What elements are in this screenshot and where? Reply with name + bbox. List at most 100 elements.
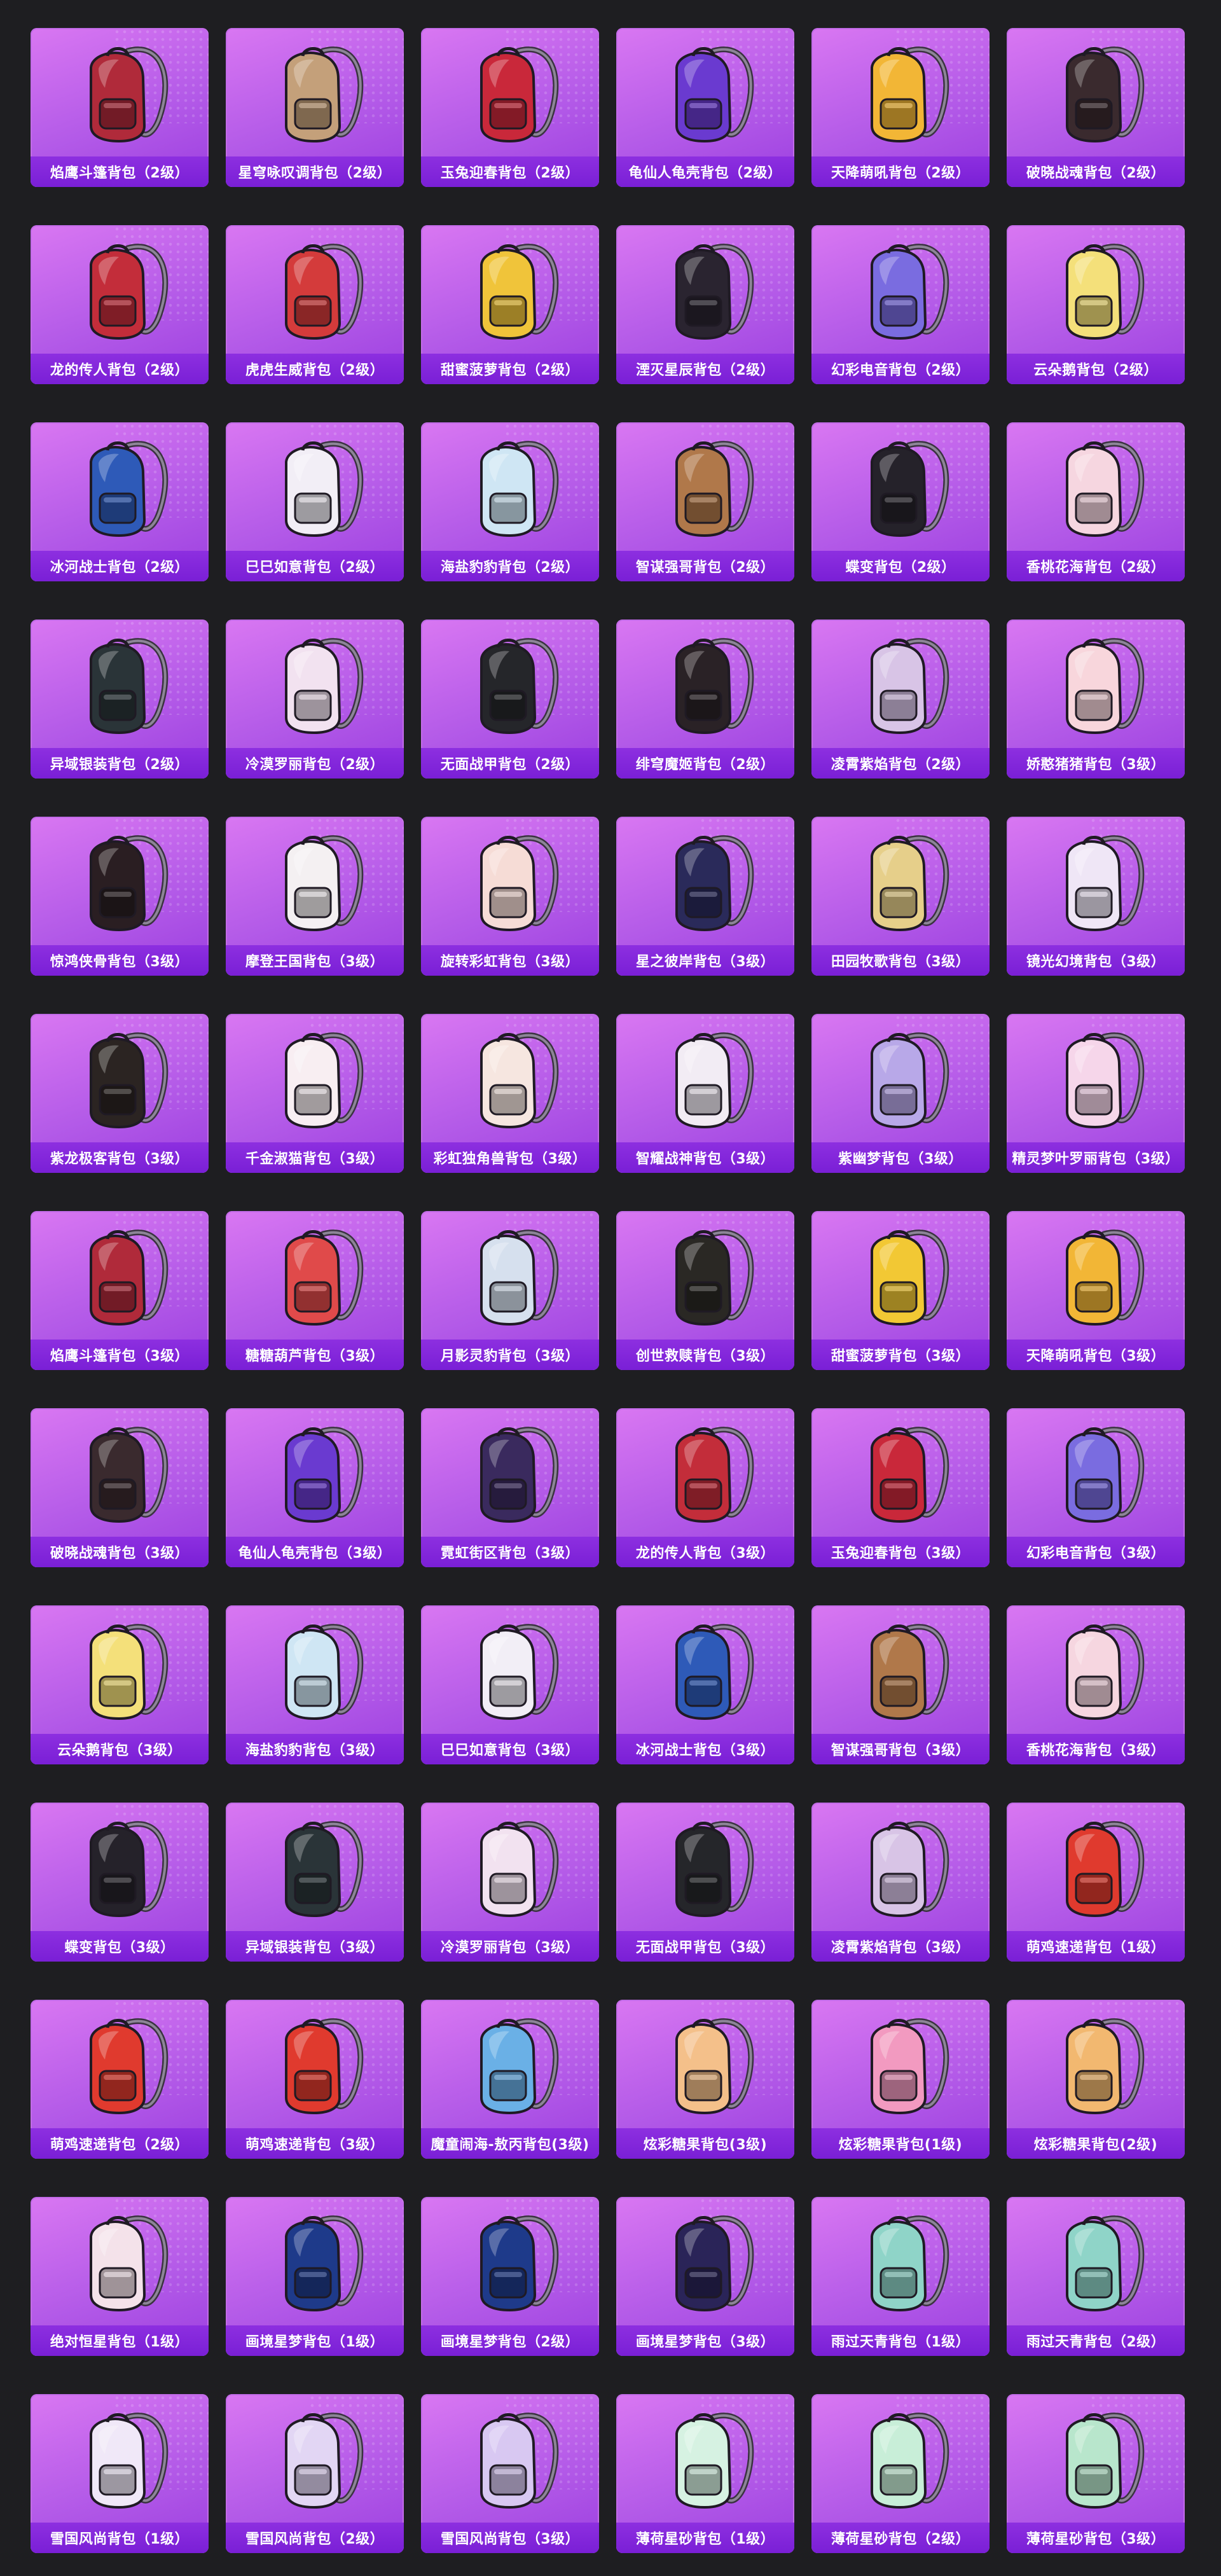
backpack-card[interactable]: 娇憨猪猪背包（3级） xyxy=(1007,620,1185,779)
backpack-name: 千金淑猫背包（3级） xyxy=(245,1151,385,1167)
backpack-card[interactable]: 焰鹰斗篷背包（2级） xyxy=(31,28,209,187)
backpack-card[interactable]: 甜蜜菠萝背包（3级） xyxy=(811,1211,990,1370)
backpack-label-bar: 香桃花海背包（2级） xyxy=(1007,551,1185,581)
backpack-card[interactable]: 蝶变背包（3级） xyxy=(31,1803,209,1962)
backpack-name: 智谋强哥背包（2级） xyxy=(635,560,775,576)
backpack-name: 甜蜜菠萝背包（2级） xyxy=(440,363,580,378)
backpack-icon xyxy=(811,1211,990,1340)
backpack-card[interactable]: 雨过天青背包（2级） xyxy=(1007,2197,1185,2356)
backpack-name: 糖糖葫芦背包（3级） xyxy=(245,1348,385,1364)
backpack-card[interactable]: 薄荷星砂背包（1级） xyxy=(616,2394,794,2553)
backpack-card[interactable]: 破晓战魂背包（3级） xyxy=(31,1408,209,1567)
backpack-card[interactable]: 糖糖葫芦背包（3级） xyxy=(226,1211,404,1370)
backpack-card[interactable]: 龟仙人龟壳背包（3级） xyxy=(226,1408,404,1567)
backpack-name: 凌霄紫焰背包（2级） xyxy=(831,757,970,773)
backpack-card[interactable]: 旋转彩虹背包（3级） xyxy=(421,817,599,976)
backpack-label-bar: 天降萌吼背包（3级） xyxy=(1007,1340,1185,1370)
backpack-card[interactable]: 巳巳如意背包（2级） xyxy=(226,422,404,581)
backpack-card[interactable]: 萌鸡速递背包（3级） xyxy=(226,2000,404,2159)
backpack-card[interactable]: 香桃花海背包（2级） xyxy=(1007,422,1185,581)
backpack-card[interactable]: 异域银装背包（2级） xyxy=(31,620,209,779)
backpack-card[interactable]: 蝶变背包（2级） xyxy=(811,422,990,581)
backpack-card[interactable]: 薄荷星砂背包（2级） xyxy=(811,2394,990,2553)
backpack-icon xyxy=(811,620,990,748)
backpack-card[interactable]: 湮灭星辰背包（2级） xyxy=(616,225,794,384)
backpack-card[interactable]: 绯穹魔姬背包（2级） xyxy=(616,620,794,779)
backpack-card[interactable]: 破晓战魂背包（2级） xyxy=(1007,28,1185,187)
backpack-name: 幻彩电音背包（3级） xyxy=(1026,1546,1166,1562)
backpack-card[interactable]: 画境星梦背包（3级） xyxy=(616,2197,794,2356)
backpack-card[interactable]: 千金淑猫背包（3级） xyxy=(226,1014,404,1173)
backpack-card[interactable]: 惊鸿侠骨背包（3级） xyxy=(31,817,209,976)
backpack-card[interactable]: 凌霄紫焰背包（2级） xyxy=(811,620,990,779)
backpack-card[interactable]: 云朵鹅背包（3级） xyxy=(31,1605,209,1764)
backpack-label-bar: 薄荷星砂背包（1级） xyxy=(616,2523,794,2553)
backpack-card[interactable]: 智耀战神背包（3级） xyxy=(616,1014,794,1173)
backpack-card[interactable]: 无面战甲背包（3级） xyxy=(616,1803,794,1962)
backpack-card[interactable]: 焰鹰斗篷背包（3级） xyxy=(31,1211,209,1370)
backpack-card[interactable]: 香桃花海背包（3级） xyxy=(1007,1605,1185,1764)
backpack-label-bar: 凌霄紫焰背包（3级） xyxy=(811,1931,990,1962)
backpack-card[interactable]: 冰河战士背包（2级） xyxy=(31,422,209,581)
backpack-label-bar: 冰河战士背包（3级） xyxy=(616,1734,794,1764)
backpack-card[interactable]: 精灵梦叶罗丽背包（3级） xyxy=(1007,1014,1185,1173)
backpack-card[interactable]: 异域银装背包（3级） xyxy=(226,1803,404,1962)
backpack-card[interactable]: 海盐豹豹背包（2级） xyxy=(421,422,599,581)
backpack-card[interactable]: 星之彼岸背包（3级） xyxy=(616,817,794,976)
backpack-card[interactable]: 炫彩糖果背包(1级) xyxy=(811,2000,990,2159)
backpack-name: 巳巳如意背包（2级） xyxy=(245,560,385,576)
backpack-card[interactable]: 玉兔迎春背包（3级） xyxy=(811,1408,990,1567)
backpack-card[interactable]: 星穹咏叹调背包（2级） xyxy=(226,28,404,187)
backpack-card[interactable]: 凌霄紫焰背包（3级） xyxy=(811,1803,990,1962)
backpack-label-bar: 智谋强哥背包（3级） xyxy=(811,1734,990,1764)
backpack-name: 龟仙人龟壳背包（3级） xyxy=(238,1546,392,1562)
backpack-card[interactable]: 虎虎生威背包（2级） xyxy=(226,225,404,384)
backpack-card[interactable]: 雪国风尚背包（1级） xyxy=(31,2394,209,2553)
backpack-card[interactable]: 天降萌吼背包（3级） xyxy=(1007,1211,1185,1370)
backpack-card[interactable]: 云朵鹅背包（2级） xyxy=(1007,225,1185,384)
backpack-card[interactable]: 田园牧歌背包（3级） xyxy=(811,817,990,976)
backpack-label-bar: 焰鹰斗篷背包（3级） xyxy=(31,1340,209,1370)
backpack-icon xyxy=(31,817,209,945)
backpack-label-bar: 焰鹰斗篷背包（2级） xyxy=(31,156,209,187)
backpack-card[interactable]: 画境星梦背包（2级） xyxy=(421,2197,599,2356)
backpack-card[interactable]: 雪国风尚背包（3级） xyxy=(421,2394,599,2553)
backpack-card[interactable]: 智谋强哥背包（2级） xyxy=(616,422,794,581)
backpack-label-bar: 星穹咏叹调背包（2级） xyxy=(226,156,404,187)
backpack-name: 龙的传人背包（2级） xyxy=(50,363,190,378)
backpack-card[interactable]: 创世救赎背包（3级） xyxy=(616,1211,794,1370)
backpack-card[interactable]: 霓虹街区背包（3级） xyxy=(421,1408,599,1567)
backpack-card[interactable]: 萌鸡速递背包（1级） xyxy=(1007,1803,1185,1962)
backpack-card[interactable]: 雨过天青背包（1级） xyxy=(811,2197,990,2356)
backpack-card[interactable]: 海盐豹豹背包（3级） xyxy=(226,1605,404,1764)
backpack-card[interactable]: 玉兔迎春背包（2级） xyxy=(421,28,599,187)
backpack-card[interactable]: 萌鸡速递背包（2级） xyxy=(31,2000,209,2159)
backpack-card[interactable]: 无面战甲背包（2级） xyxy=(421,620,599,779)
backpack-card[interactable]: 冷漠罗丽背包（3级） xyxy=(421,1803,599,1962)
backpack-card[interactable]: 炫彩糖果背包(2级) xyxy=(1007,2000,1185,2159)
backpack-card[interactable]: 画境星梦背包（1级） xyxy=(226,2197,404,2356)
backpack-card[interactable]: 绝对恒星背包（1级） xyxy=(31,2197,209,2356)
backpack-card[interactable]: 甜蜜菠萝背包（2级） xyxy=(421,225,599,384)
backpack-card[interactable]: 月影灵豹背包（3级） xyxy=(421,1211,599,1370)
backpack-card[interactable]: 镜光幻境背包（3级） xyxy=(1007,817,1185,976)
backpack-card[interactable]: 薄荷星砂背包（3级） xyxy=(1007,2394,1185,2553)
backpack-card[interactable]: 彩虹独角兽背包（3级） xyxy=(421,1014,599,1173)
backpack-card[interactable]: 雪国风尚背包（2级） xyxy=(226,2394,404,2553)
backpack-card[interactable]: 幻彩电音背包（3级） xyxy=(1007,1408,1185,1567)
backpack-card[interactable]: 龟仙人龟壳背包（2级） xyxy=(616,28,794,187)
backpack-card[interactable]: 紫龙极客背包（3级） xyxy=(31,1014,209,1173)
backpack-card[interactable]: 天降萌吼背包（2级） xyxy=(811,28,990,187)
backpack-card[interactable]: 龙的传人背包（2级） xyxy=(31,225,209,384)
backpack-card[interactable]: 炫彩糖果背包(3级) xyxy=(616,2000,794,2159)
backpack-card[interactable]: 魔童闹海-敖丙背包(3级) xyxy=(421,2000,599,2159)
backpack-card[interactable]: 冷漠罗丽背包（2级） xyxy=(226,620,404,779)
backpack-card[interactable]: 摩登王国背包（3级） xyxy=(226,817,404,976)
backpack-card[interactable]: 幻彩电音背包（2级） xyxy=(811,225,990,384)
backpack-card[interactable]: 龙的传人背包（3级） xyxy=(616,1408,794,1567)
backpack-card[interactable]: 巳巳如意背包（3级） xyxy=(421,1605,599,1764)
backpack-card[interactable]: 紫幽梦背包（3级） xyxy=(811,1014,990,1173)
backpack-name: 娇憨猪猪背包（3级） xyxy=(1026,757,1166,773)
backpack-card[interactable]: 冰河战士背包（3级） xyxy=(616,1605,794,1764)
backpack-card[interactable]: 智谋强哥背包（3级） xyxy=(811,1605,990,1764)
